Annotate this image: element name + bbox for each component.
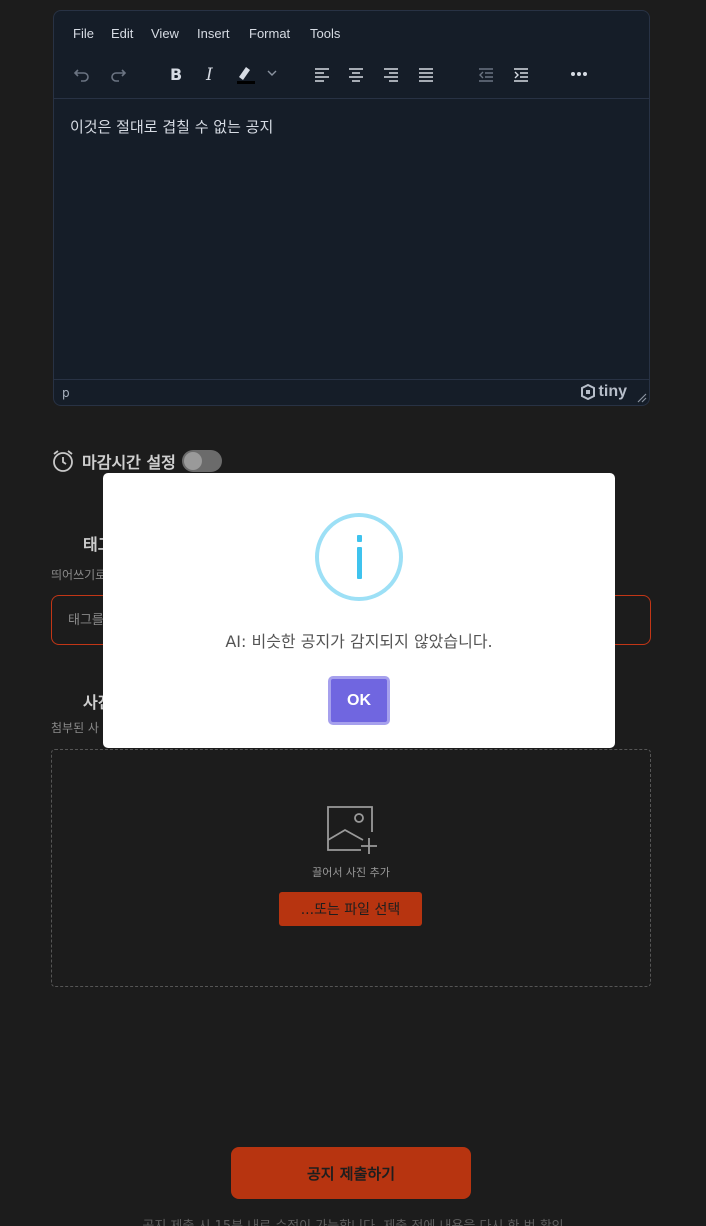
info-icon xyxy=(315,513,403,601)
dialog-message: AI: 비슷한 공지가 감지되지 않았습니다. xyxy=(225,632,493,651)
ok-button[interactable]: OK xyxy=(328,676,390,725)
info-dialog: AI: 비슷한 공지가 감지되지 않았습니다. OK xyxy=(103,473,615,748)
